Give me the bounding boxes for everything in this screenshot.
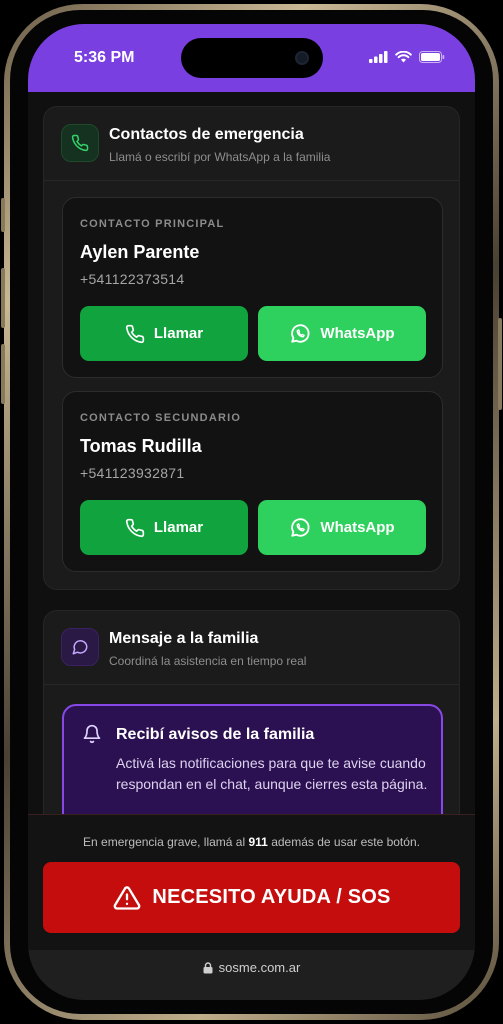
whatsapp-icon (291, 323, 310, 343)
dynamic-island (181, 38, 323, 78)
contact-role: CONTACTO PRINCIPAL (80, 218, 225, 230)
contact-phone: +541122373514 (80, 271, 185, 287)
power-button (498, 318, 502, 410)
call-button-label: Llamar (153, 325, 204, 342)
url-display[interactable]: sosme.com.ar (28, 960, 475, 975)
notification-prompt[interactable]: Recibí avisos de la familia Activá las n… (62, 704, 443, 814)
card-title: Contactos de emergencia (109, 126, 304, 143)
chat-bubble-icon (72, 640, 88, 655)
cellular-signal-icon (369, 51, 388, 63)
whatsapp-icon (291, 517, 310, 537)
url-text: sosme.com.ar (218, 960, 301, 975)
lock-icon (203, 961, 213, 973)
whatsapp-button-label: WhatsApp (320, 519, 395, 536)
sos-button[interactable]: NECESITO AYUDA / SOS (43, 862, 460, 933)
card-subtitle: Llamá o escribí por WhatsApp a la famili… (109, 150, 331, 164)
chat-icon-tile (61, 628, 99, 666)
volume-up-button (1, 268, 5, 328)
card-header: Contactos de emergencia Llamá o escribí … (44, 107, 459, 181)
phone-icon (125, 518, 145, 537)
phone-icon-tile (61, 124, 99, 162)
warning-prefix: En emergencia grave, llamá al (83, 835, 246, 849)
status-time: 5:36 PM (74, 49, 135, 66)
notification-body: Activá las notificaciones para que te av… (116, 755, 428, 792)
contact-name: Aylen Parente (80, 242, 200, 262)
emergency-contacts-card: Contactos de emergencia Llamá o escribí … (43, 106, 460, 590)
notification-title: Recibí avisos de la familia (116, 726, 315, 743)
primary-contact-card: CONTACTO PRINCIPAL Aylen Parente +541122… (62, 197, 443, 378)
warning-number: 911 (248, 835, 268, 849)
warning-triangle-icon (114, 885, 141, 910)
family-message-card: Mensaje a la familia Coordiná la asisten… (43, 610, 460, 814)
battery-icon (419, 51, 445, 63)
page-content[interactable]: Contactos de emergencia Llamá o escribí … (28, 92, 475, 814)
whatsapp-button[interactable]: WhatsApp (258, 306, 426, 361)
phone-icon (71, 134, 89, 152)
wifi-icon (395, 51, 412, 63)
whatsapp-button-label: WhatsApp (320, 325, 395, 342)
contact-phone: +541123932871 (80, 465, 185, 481)
camera-icon (295, 51, 309, 65)
whatsapp-button[interactable]: WhatsApp (258, 500, 426, 555)
call-button[interactable]: Llamar (80, 306, 248, 361)
card-header: Mensaje a la familia Coordiná la asisten… (44, 611, 459, 685)
emergency-warning: En emergencia grave, llamá al 911 además… (28, 835, 475, 849)
secondary-contact-card: CONTACTO SECUNDARIO Tomas Rudilla +54112… (62, 391, 443, 572)
status-icons (369, 51, 445, 63)
screen: 5:36 PM Contactos de emergencia Llamá o … (28, 24, 475, 1000)
sos-button-label: NECESITO AYUDA / SOS (152, 886, 391, 908)
card-title: Mensaje a la familia (109, 630, 259, 647)
browser-url-bar[interactable]: sosme.com.ar (28, 950, 475, 1000)
phone-icon (125, 324, 145, 343)
call-button[interactable]: Llamar (80, 500, 248, 555)
contact-name: Tomas Rudilla (80, 436, 202, 456)
contact-role: CONTACTO SECUNDARIO (80, 412, 242, 424)
action-button (1, 198, 5, 232)
warning-suffix: además de usar este botón. (271, 835, 420, 849)
sos-panel: En emergencia grave, llamá al 911 además… (28, 814, 475, 950)
call-button-label: Llamar (153, 519, 204, 536)
card-subtitle: Coordiná la asistencia en tiempo real (109, 654, 307, 668)
bell-icon (83, 724, 101, 744)
volume-down-button (1, 344, 5, 404)
status-bar: 5:36 PM (28, 24, 475, 92)
